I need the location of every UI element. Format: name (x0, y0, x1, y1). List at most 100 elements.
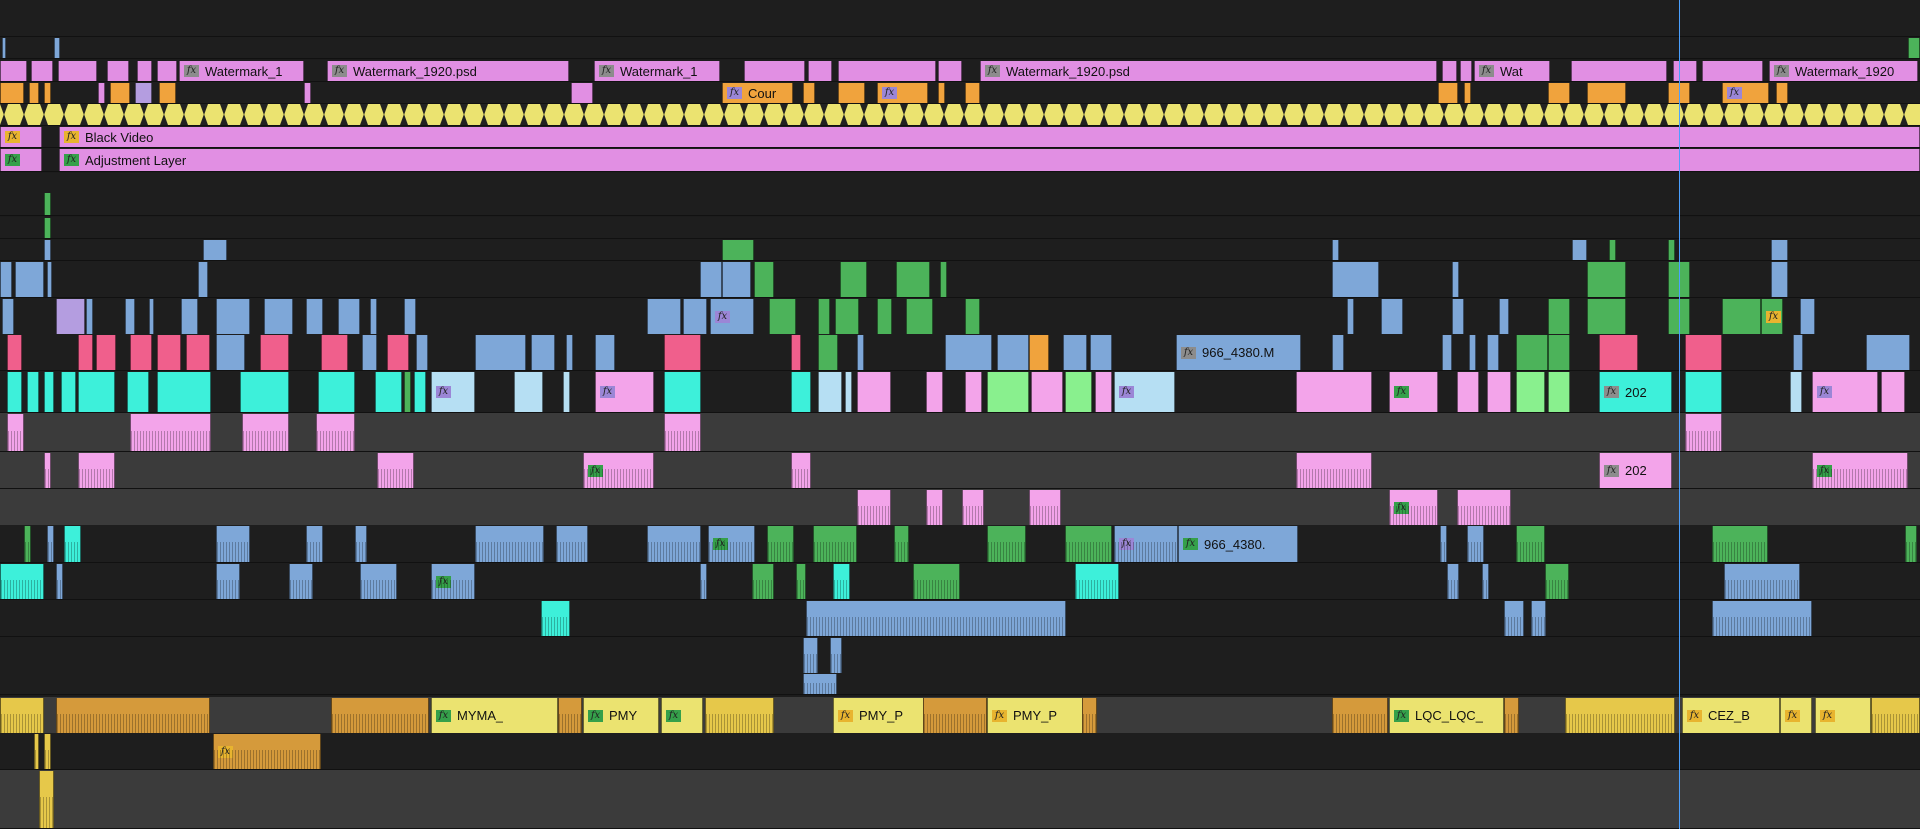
timeline-clip[interactable] (1504, 698, 1519, 733)
timeline-clip[interactable]: fx Watermark_1 (179, 61, 304, 81)
timeline-clip[interactable]: fx (1761, 299, 1783, 334)
timeline-clip[interactable] (803, 83, 815, 103)
timeline-clip[interactable] (1685, 372, 1722, 412)
timeline-clip[interactable] (56, 299, 85, 334)
timeline-clip[interactable] (54, 38, 60, 58)
timeline-clip[interactable] (1673, 61, 1697, 81)
timeline-clip[interactable] (1095, 372, 1112, 412)
timeline-clip[interactable] (926, 490, 943, 525)
timeline-clip[interactable] (0, 698, 44, 733)
track-25[interactable] (0, 770, 1920, 829)
timeline-clip[interactable] (722, 262, 751, 297)
timeline-clip[interactable] (845, 372, 852, 412)
fx-badge-icon[interactable]: fx (1687, 709, 1702, 722)
timeline-clip[interactable]: fx (710, 299, 754, 334)
track-6[interactable]: fx fx Adjustment Layer (0, 148, 1920, 172)
fx-badge-icon[interactable]: fx (600, 386, 615, 398)
timeline-clip[interactable] (203, 240, 227, 260)
timeline-clip[interactable] (965, 372, 982, 412)
timeline-clip[interactable] (1438, 83, 1458, 103)
timeline-clip[interactable] (360, 564, 397, 599)
timeline-clip[interactable] (34, 734, 39, 769)
fx-badge-icon[interactable]: fx (1774, 65, 1789, 77)
timeline-clip[interactable] (563, 372, 570, 412)
timeline-clip[interactable] (1332, 335, 1344, 370)
timeline-clip[interactable] (830, 638, 842, 673)
track-4[interactable] (0, 104, 1920, 126)
fx-badge-icon[interactable]: fx (992, 709, 1007, 722)
timeline-clip[interactable] (1800, 299, 1815, 334)
timeline-clip[interactable] (806, 601, 1066, 636)
fx-badge-icon[interactable]: fx (1479, 65, 1494, 77)
timeline-clip[interactable]: fx (431, 564, 475, 599)
fx-badge-icon[interactable]: fx (1394, 386, 1409, 398)
timeline-clip[interactable]: fx 966_4380. (1178, 526, 1298, 562)
track-3[interactable]: fx Cour fx fx (0, 82, 1920, 104)
timeline-clip[interactable] (1548, 372, 1570, 412)
timeline-clip[interactable] (857, 490, 891, 525)
timeline-clip[interactable] (962, 490, 984, 525)
timeline-clip[interactable] (1065, 372, 1092, 412)
timeline-clip[interactable] (796, 564, 806, 599)
timeline-clip[interactable]: fx 202 (1599, 372, 1672, 412)
timeline-clip[interactable] (1587, 262, 1626, 297)
timeline-clip[interactable] (1029, 490, 1061, 525)
timeline-clip[interactable] (938, 61, 962, 81)
timeline-clip[interactable] (414, 372, 426, 412)
timeline-clip[interactable] (965, 83, 980, 103)
timeline-clip[interactable] (1499, 299, 1509, 334)
timeline-clip[interactable] (1866, 335, 1910, 370)
timeline-clip[interactable] (1332, 240, 1339, 260)
fx-badge-icon[interactable]: fx (1604, 386, 1619, 398)
timeline-clip[interactable] (913, 564, 960, 599)
timeline-clip[interactable] (331, 698, 429, 733)
timeline-clip[interactable] (1771, 240, 1788, 260)
timeline-clip[interactable]: fx (1812, 453, 1908, 488)
timeline-clip[interactable] (818, 372, 842, 412)
timeline-clip[interactable] (1504, 601, 1524, 636)
fx-badge-icon[interactable]: fx (64, 131, 79, 143)
track-11[interactable] (0, 261, 1920, 298)
fx-badge-icon[interactable]: fx (184, 65, 199, 77)
timeline-clip[interactable] (767, 526, 794, 562)
timeline-clip[interactable] (838, 61, 936, 81)
timeline-clip[interactable] (1516, 526, 1545, 562)
timeline-clip[interactable]: fx (431, 372, 475, 412)
fx-badge-icon[interactable]: fx (1394, 709, 1409, 722)
timeline-clip[interactable] (838, 83, 865, 103)
timeline-clip[interactable] (44, 193, 51, 215)
timeline-clip[interactable] (769, 299, 796, 334)
timeline-clip[interactable] (906, 299, 933, 334)
timeline-clip[interactable] (1440, 526, 1447, 562)
fx-badge-icon[interactable]: fx (727, 87, 742, 99)
timeline-clip[interactable] (1548, 299, 1570, 334)
timeline-clip[interactable] (1548, 335, 1570, 370)
timeline-clip[interactable] (896, 262, 930, 297)
fx-badge-icon[interactable]: fx (715, 310, 730, 323)
timeline-clip[interactable]: fx Watermark_1920.psd (980, 61, 1437, 81)
timeline-clip[interactable] (7, 372, 22, 412)
timeline-clip[interactable] (1516, 335, 1548, 370)
timeline-clip[interactable] (1599, 335, 1638, 370)
track-1[interactable] (0, 37, 1920, 59)
fx-badge-icon[interactable]: fx (1820, 709, 1835, 722)
timeline-clip[interactable] (1063, 335, 1087, 370)
timeline-clip[interactable] (791, 453, 811, 488)
timeline-clip[interactable] (857, 335, 864, 370)
timeline-clip[interactable] (149, 299, 154, 334)
timeline-clip[interactable] (0, 61, 27, 81)
timeline-clip[interactable] (125, 299, 135, 334)
timeline-clip[interactable] (1712, 601, 1812, 636)
timeline-clip[interactable] (198, 262, 208, 297)
timeline-clip[interactable] (135, 83, 152, 103)
fx-badge-icon[interactable]: fx (1119, 386, 1134, 398)
timeline-clip[interactable] (938, 83, 945, 103)
timeline-clip[interactable] (818, 299, 830, 334)
timeline-clip[interactable] (1587, 83, 1626, 103)
timeline-clip[interactable]: fx (1114, 372, 1175, 412)
fx-badge-icon[interactable]: fx (882, 87, 897, 99)
timeline-clip[interactable] (1516, 372, 1545, 412)
fx-badge-icon[interactable]: fx (1727, 87, 1742, 99)
timeline-clip[interactable] (808, 61, 832, 81)
timeline-clip[interactable] (722, 240, 754, 260)
